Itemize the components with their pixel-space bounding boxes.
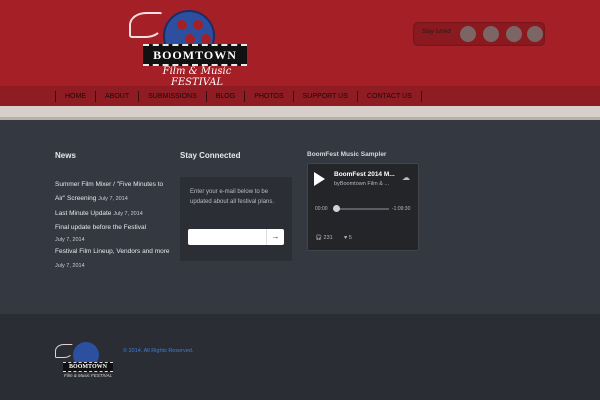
news-item[interactable]: Last Minute Update July 7, 2014	[55, 207, 170, 221]
play-count-value: 231	[323, 235, 333, 241]
time-remaining: -1:09:30	[392, 206, 411, 212]
news-item-title[interactable]: Last Minute Update	[55, 210, 111, 217]
submit-arrow-button[interactable]: →	[266, 229, 284, 245]
play-icon[interactable]	[314, 172, 325, 186]
progress-knob[interactable]	[333, 205, 340, 212]
nav-contact-us[interactable]: CONTACT US	[356, 91, 422, 102]
swirl-decoration	[129, 12, 163, 38]
swirl-decoration	[55, 344, 73, 358]
news-title: News	[55, 151, 76, 160]
logo-subtitle: Film & Music FESTIVAL	[162, 66, 232, 88]
footer-logo[interactable]: BOOMTOWN Film & Music FESTIVAL	[55, 342, 113, 394]
news-item[interactable]: Final update before the Festival July 7,…	[55, 222, 170, 246]
youtube-icon[interactable]	[506, 26, 522, 42]
news-item-title[interactable]: Final update before the Festival	[55, 224, 146, 231]
nav-submissions[interactable]: SUBMISSIONS	[138, 91, 206, 102]
news-item[interactable]: Summer Film Mixer / "Five Minutes to Air…	[55, 178, 170, 206]
stay-tuned-social-bar: Stay tuned	[413, 22, 545, 46]
footer-logo-title: BOOMTOWN	[63, 362, 113, 372]
nav-support-us[interactable]: SUPPORT US	[292, 91, 357, 102]
news-item[interactable]: Festival Film Lineup, Vendors and more J…	[55, 245, 170, 273]
copyright-text: © 2014. All Rights Reserved.	[123, 348, 194, 354]
news-item-date: July 7, 2014	[55, 263, 85, 269]
site-header: BOOMTOWN Film & Music FESTIVAL Stay tune…	[0, 0, 600, 88]
track-artist[interactable]: byBoomtown Film & ...	[334, 181, 404, 187]
logo-filmstrip: BOOMTOWN	[143, 44, 247, 66]
time-current: 00:00	[315, 206, 328, 212]
signup-description: Enter your e-mail below to be updated ab…	[190, 189, 275, 205]
soundcloud-icon[interactable]: ☁	[402, 173, 410, 182]
heart-icon[interactable]: ♥	[344, 235, 347, 241]
like-count-value: 5	[348, 235, 352, 241]
nav-blog[interactable]: BLOG	[205, 91, 244, 102]
email-input[interactable]	[188, 229, 266, 245]
site-footer: BOOMTOWN Film & Music FESTIVAL © 2014. A…	[0, 314, 600, 400]
like-count: ♥ 5	[344, 235, 352, 241]
newsletter-signup: Enter your e-mail below to be updated ab…	[180, 177, 292, 261]
nav-home[interactable]: HOME	[55, 91, 95, 102]
stay-tuned-label: Stay tuned	[422, 29, 451, 35]
logo-title: BOOMTOWN	[153, 48, 237, 62]
soundcloud-player: BoomFest 2014 M... byBoomtown Film & ...…	[307, 163, 419, 251]
news-item-date: July 7, 2014	[55, 237, 85, 243]
artist-name[interactable]: Boomtown Film & ...	[340, 181, 389, 187]
stay-connected-title: Stay Connected	[180, 151, 241, 160]
progress-bar[interactable]	[335, 208, 389, 210]
sampler-title: BoomFest Music Sampler	[307, 151, 387, 158]
news-item-date: July 7, 2014	[98, 196, 128, 202]
footer-logo-subtitle: Film & Music FESTIVAL	[63, 373, 113, 378]
play-count: 🎧︎ 231	[315, 235, 333, 241]
news-item-title[interactable]: Festival Film Lineup, Vendors and more	[55, 248, 170, 255]
header-divider-strip	[0, 106, 600, 120]
site-logo[interactable]: BOOMTOWN Film & Music FESTIVAL	[127, 8, 249, 88]
headphones-icon: 🎧︎	[315, 235, 322, 241]
facebook-icon[interactable]	[460, 26, 476, 42]
rss-icon[interactable]	[527, 26, 543, 42]
news-item-date: July 7, 2014	[113, 211, 143, 217]
nav-photos[interactable]: PHOTOS	[244, 91, 292, 102]
twitter-icon[interactable]	[483, 26, 499, 42]
track-title[interactable]: BoomFest 2014 M...	[334, 171, 400, 178]
nav-about[interactable]: ABOUT	[95, 91, 138, 102]
main-navigation: HOME ABOUT SUBMISSIONS BLOG PHOTOS SUPPO…	[0, 86, 600, 106]
